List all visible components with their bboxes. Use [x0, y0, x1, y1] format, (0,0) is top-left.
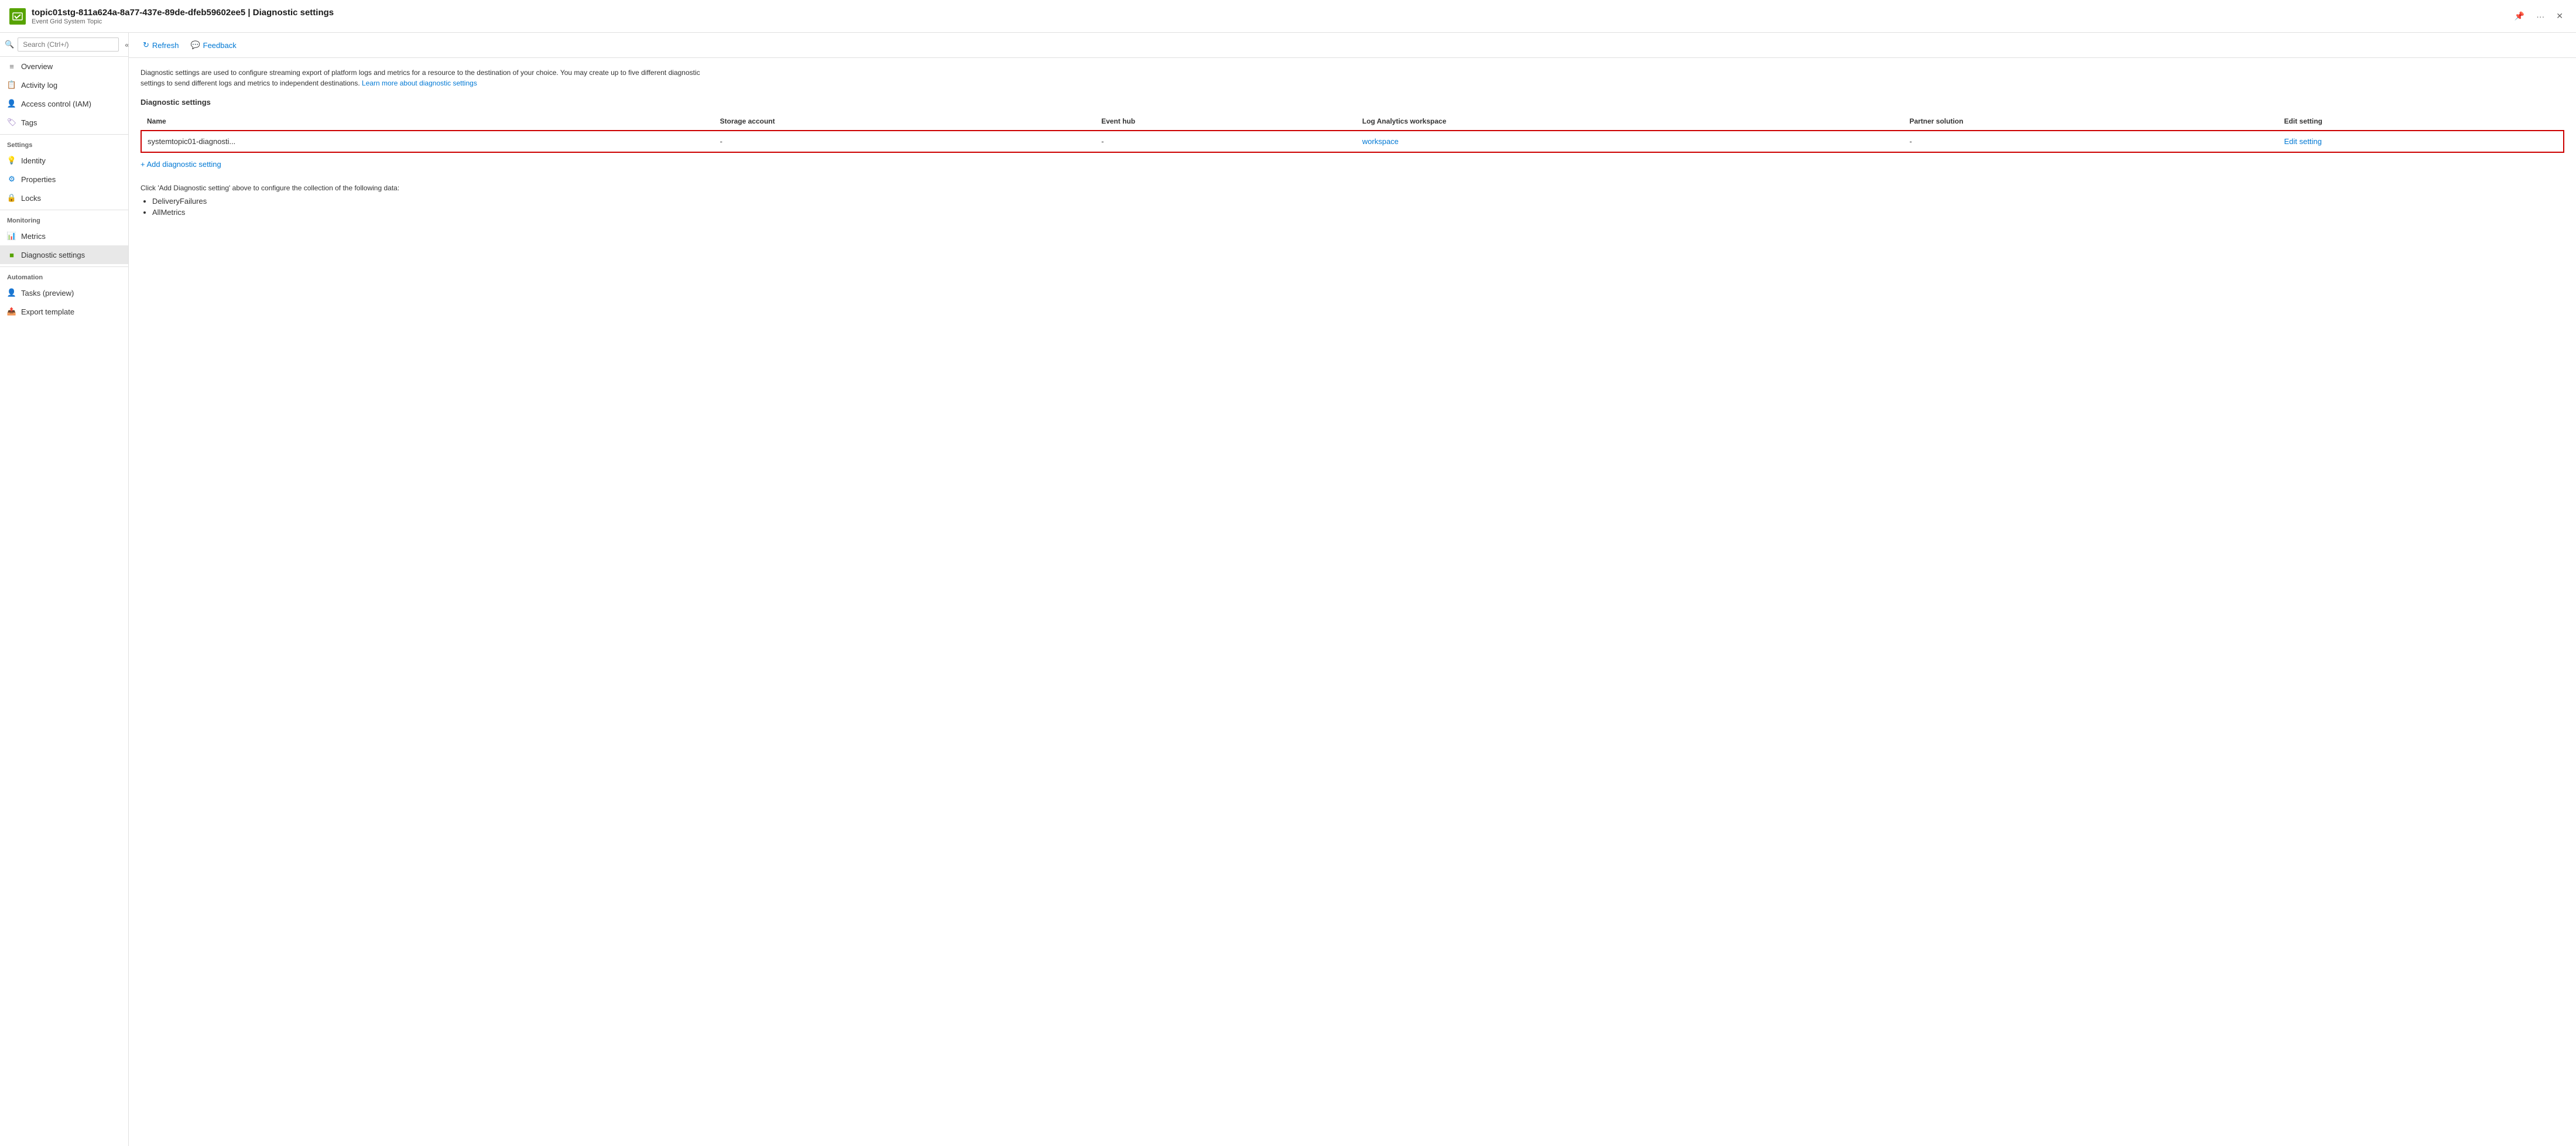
sidebar-item-overview[interactable]: ≡ Overview: [0, 57, 128, 76]
activity-log-icon: 📋: [7, 80, 16, 90]
cell-name: systemtopic01-diagnosti...: [141, 131, 714, 152]
diagnostic-settings-icon: ■: [7, 250, 16, 259]
sidebar-item-metrics[interactable]: 📊 Metrics: [0, 227, 128, 245]
edit-setting-link[interactable]: Edit setting: [2284, 137, 2321, 146]
sidebar-item-properties[interactable]: ⚙ Properties: [0, 170, 128, 189]
col-storage: Storage account: [714, 112, 1095, 131]
col-log-analytics: Log Analytics workspace: [1356, 112, 1904, 131]
sidebar-item-tags[interactable]: 🏷 Tags: [0, 113, 128, 132]
locks-icon: 🔒: [7, 193, 16, 203]
page-content: Diagnostic settings are used to configur…: [129, 58, 2576, 1146]
click-note: Click 'Add Diagnostic setting' above to …: [141, 184, 2564, 192]
more-button[interactable]: ···: [2533, 9, 2548, 23]
col-event-hub: Event hub: [1095, 112, 1356, 131]
header-title-group: topic01stg-811a624a-8a77-437e-89de-dfeb5…: [32, 8, 2511, 25]
sidebar-item-label: Metrics: [21, 232, 46, 241]
tasks-icon: 👤: [7, 288, 16, 297]
header-subtitle: Event Grid System Topic: [32, 18, 2511, 25]
bullet-list: DeliveryFailures AllMetrics: [152, 197, 2564, 217]
section-title: Diagnostic settings: [141, 98, 2564, 107]
overview-icon: ≡: [7, 61, 16, 71]
header-title: topic01stg-811a624a-8a77-437e-89de-dfeb5…: [32, 8, 2511, 18]
learn-more-link[interactable]: Learn more about diagnostic settings: [362, 79, 477, 87]
diagnostic-settings-table: Name Storage account Event hub Log Analy…: [141, 112, 2564, 153]
cell-edit[interactable]: Edit setting: [2278, 131, 2564, 152]
sidebar: 🔍 « ≡ Overview 📋 Activity log 👤 Access c…: [0, 33, 129, 1146]
sidebar-item-label: Properties: [21, 175, 56, 184]
list-item: AllMetrics: [152, 208, 2564, 217]
resource-icon: [9, 8, 26, 25]
sidebar-item-label: Export template: [21, 307, 74, 316]
cell-log-analytics[interactable]: workspace: [1356, 131, 1904, 152]
tags-icon: 🏷: [7, 118, 16, 127]
add-diagnostic-setting-button[interactable]: + Add diagnostic setting: [141, 156, 221, 172]
identity-icon: 💡: [7, 156, 16, 165]
automation-section-label: Automation: [0, 266, 128, 283]
header-actions: 📌 ··· ✕: [2511, 9, 2567, 23]
cell-partner: -: [1903, 131, 2278, 152]
page-description: Diagnostic settings are used to configur…: [141, 67, 726, 88]
cell-event-hub: -: [1095, 131, 1356, 152]
sidebar-item-label: Overview: [21, 62, 53, 71]
sidebar-item-label: Tags: [21, 118, 37, 127]
sidebar-item-label: Identity: [21, 156, 46, 165]
metrics-icon: 📊: [7, 231, 16, 241]
monitoring-section-label: Monitoring: [0, 210, 128, 227]
sidebar-collapse-button[interactable]: «: [122, 39, 129, 50]
sidebar-search-container: 🔍 «: [0, 33, 128, 57]
col-edit: Edit setting: [2278, 112, 2564, 131]
content-area: ↻ Refresh 💬 Feedback Diagnostic settings…: [129, 33, 2576, 1146]
pin-button[interactable]: 📌: [2511, 9, 2528, 23]
sidebar-item-label: Diagnostic settings: [21, 251, 85, 259]
table-body: systemtopic01-diagnosti... - - workspace…: [141, 131, 2564, 152]
table-row: systemtopic01-diagnosti... - - workspace…: [141, 131, 2564, 152]
list-item: DeliveryFailures: [152, 197, 2564, 206]
sidebar-item-diagnostic-settings[interactable]: ■ Diagnostic settings: [0, 245, 128, 264]
col-name: Name: [141, 112, 714, 131]
settings-section-label: Settings: [0, 134, 128, 151]
search-input[interactable]: [18, 37, 119, 52]
feedback-button[interactable]: 💬 Feedback: [186, 37, 241, 53]
sidebar-item-label: Activity log: [21, 81, 57, 90]
sidebar-item-tasks[interactable]: 👤 Tasks (preview): [0, 283, 128, 302]
export-template-icon: 📤: [7, 307, 16, 316]
toolbar: ↻ Refresh 💬 Feedback: [129, 33, 2576, 58]
properties-icon: ⚙: [7, 175, 16, 184]
sidebar-item-label: Access control (IAM): [21, 100, 91, 108]
refresh-button[interactable]: ↻ Refresh: [138, 37, 183, 53]
sidebar-item-activity-log[interactable]: 📋 Activity log: [0, 76, 128, 94]
feedback-icon: 💬: [190, 40, 200, 50]
sidebar-item-locks[interactable]: 🔒 Locks: [0, 189, 128, 207]
sidebar-item-export-template[interactable]: 📤 Export template: [0, 302, 128, 321]
sidebar-item-identity[interactable]: 💡 Identity: [0, 151, 128, 170]
table-header: Name Storage account Event hub Log Analy…: [141, 112, 2564, 131]
sidebar-item-access-control[interactable]: 👤 Access control (IAM): [0, 94, 128, 113]
cell-storage: -: [714, 131, 1095, 152]
sidebar-item-label: Locks: [21, 194, 41, 203]
close-button[interactable]: ✕: [2553, 9, 2567, 23]
search-icon: 🔍: [5, 40, 14, 49]
workspace-link[interactable]: workspace: [1362, 137, 1399, 146]
access-control-icon: 👤: [7, 99, 16, 108]
col-partner: Partner solution: [1903, 112, 2278, 131]
sidebar-item-label: Tasks (preview): [21, 289, 74, 297]
header: topic01stg-811a624a-8a77-437e-89de-dfeb5…: [0, 0, 2576, 33]
refresh-icon: ↻: [143, 40, 149, 50]
